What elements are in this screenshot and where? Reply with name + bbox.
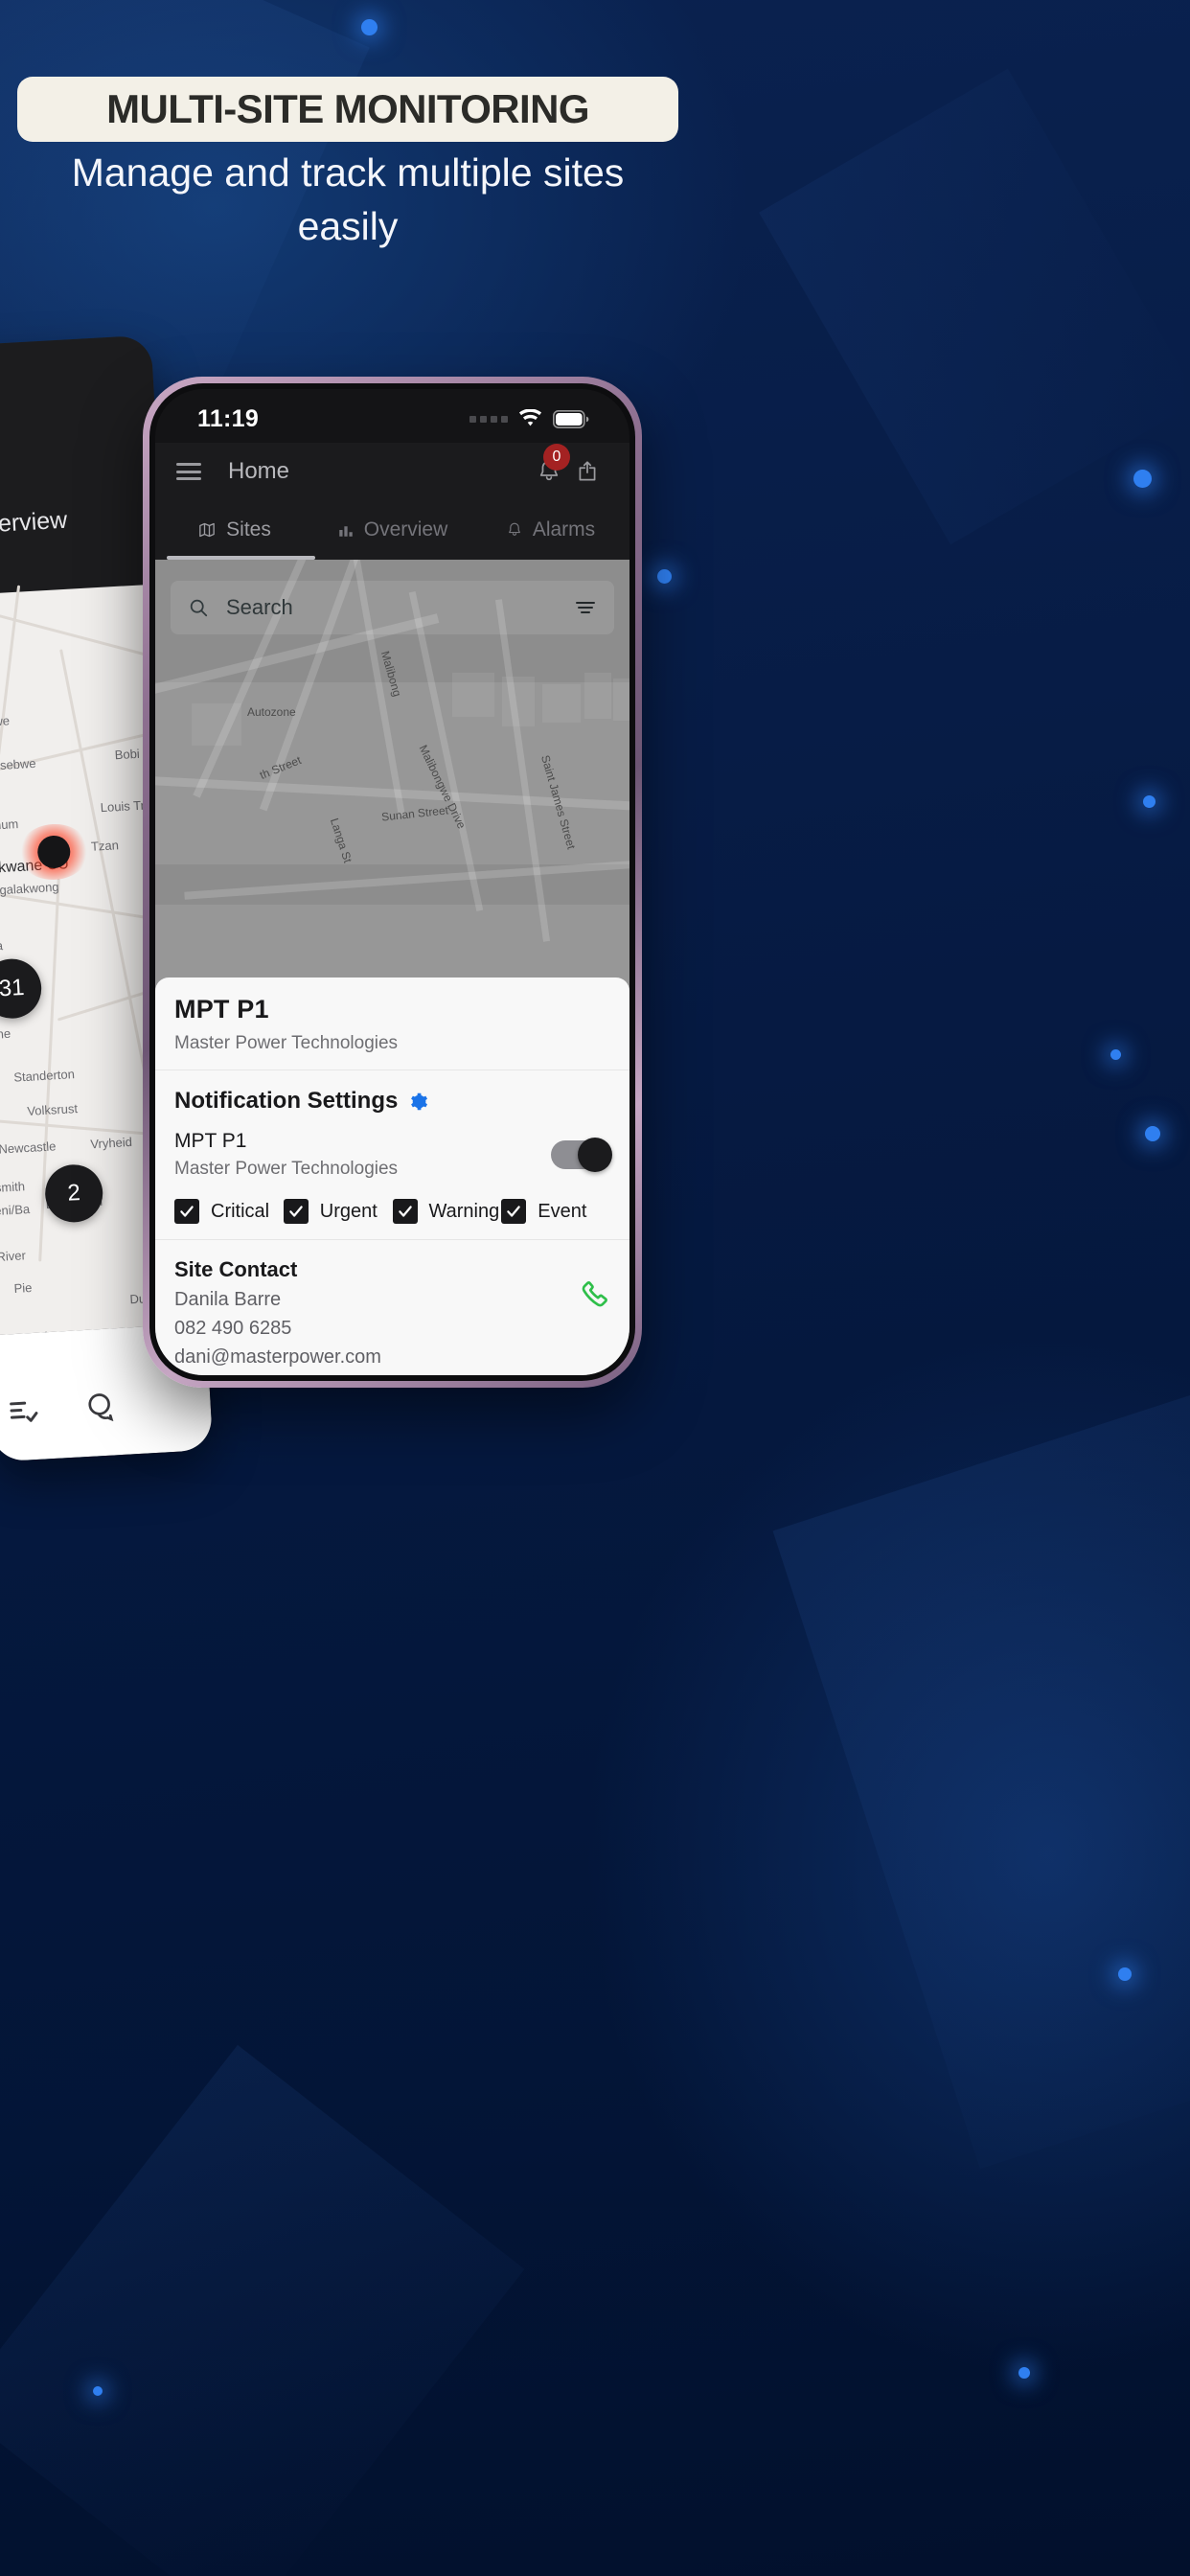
checkbox-box [392, 1199, 418, 1224]
decorative-dot [1133, 470, 1152, 488]
tab-overview-label: Overview [363, 518, 448, 540]
search-placeholder: Search [226, 595, 293, 619]
site-detail-card: MPT P1 Master Power Technologies Notific… [155, 978, 629, 1375]
decorative-dot [1018, 2367, 1030, 2379]
map-cluster-bubble: 2 [43, 1162, 104, 1224]
checkbox-box [283, 1199, 309, 1224]
bell-icon [506, 521, 523, 539]
notification-toggle-switch[interactable] [551, 1138, 612, 1172]
notification-settings-heading: Notification Settings [174, 1088, 610, 1115]
share-box-icon [579, 461, 596, 481]
phone-mockup: 11:19 Home 0 Sites Overview Alarms Autoz… [143, 377, 642, 1388]
notification-settings-section: Notification Settings MPT P1 Master Powe… [155, 1070, 629, 1240]
checkbox-label: Warning [428, 1200, 500, 1222]
background-shape [759, 68, 1190, 545]
tab-alarms[interactable]: Alarms [471, 500, 629, 560]
app-bar: Home 0 [155, 443, 629, 500]
check-icon [180, 1206, 194, 1217]
site-contact-section: Site Contact Danila Barre 082 490 6285 d… [155, 1240, 629, 1375]
tab-bar: Sites Overview Alarms [155, 500, 629, 560]
background-shape [0, 2044, 525, 2576]
tab-alarms-label: Alarms [532, 518, 596, 540]
gear-icon[interactable] [408, 1092, 428, 1112]
notification-settings-label: Notification Settings [174, 1088, 399, 1114]
decorative-dot [1110, 1049, 1121, 1060]
decorative-dot [1145, 1126, 1160, 1141]
notification-row-name: MPT P1 [174, 1130, 247, 1152]
page-title: Home [228, 458, 290, 484]
notifications-badge: 0 [543, 444, 570, 471]
checkbox-urgent[interactable]: Urgent [283, 1199, 393, 1224]
map-icon [197, 520, 217, 540]
site-contact-name: Danila Barre [174, 1289, 282, 1310]
checkbox-event[interactable]: Event [501, 1199, 610, 1224]
decorative-dot [657, 569, 672, 584]
status-bar: 11:19 [155, 389, 629, 443]
checkbox-label: Urgent [319, 1200, 378, 1222]
site-contact-email: dani@masterpower.com [174, 1346, 381, 1368]
status-bar-clock: 11:19 [197, 404, 260, 432]
tab-sites-label: Sites [226, 518, 271, 540]
decorative-dot [93, 2386, 103, 2396]
notifications-button[interactable]: 0 [530, 444, 570, 491]
check-icon [289, 1206, 303, 1217]
check-icon [398, 1206, 412, 1217]
site-org: Master Power Technologies [174, 1033, 399, 1053]
decorative-dot [1118, 1967, 1132, 1981]
phone-call-icon [582, 1281, 607, 1307]
signal-dots-icon [469, 415, 508, 423]
decorative-dot [361, 19, 378, 35]
wifi-icon [518, 409, 542, 426]
phone-screen: 11:19 Home 0 Sites Overview Alarms Autoz… [155, 389, 629, 1375]
site-name: MPT P1 [174, 995, 269, 1024]
promo-headline: MULTI-SITE MONITORING [106, 86, 589, 131]
background-phone-header: Overview [0, 334, 165, 596]
check-icon [507, 1206, 520, 1217]
site-header-section: MPT P1 Master Power Technologies [155, 978, 629, 1070]
site-contact-phone: 082 490 6285 [174, 1318, 292, 1339]
notification-toggle-row: MPT P1 Master Power Technologies [174, 1130, 612, 1180]
phone-bezel: 11:19 Home 0 Sites Overview Alarms Autoz… [149, 383, 635, 1381]
checkbox-critical[interactable]: Critical [174, 1199, 284, 1224]
tab-sites[interactable]: Sites [155, 500, 313, 560]
battery-full-icon [553, 409, 589, 428]
map-cluster-bubble: 31 [0, 956, 43, 1021]
checkbox-label: Critical [211, 1200, 270, 1222]
search-bar[interactable]: Search [171, 581, 614, 634]
promo-headline-band: MULTI-SITE MONITORING [17, 77, 678, 142]
map-view[interactable]: Autozone Malibong th Street Sunan Street… [155, 560, 629, 1375]
hamburger-menu-icon[interactable] [176, 463, 201, 480]
checkbox-label: Event [538, 1200, 587, 1222]
decorative-dot [1143, 795, 1156, 808]
background-phone-title: Overview [0, 506, 68, 540]
severity-checkbox-group: Critical Urgent Warning Event [174, 1199, 610, 1224]
background-shape [772, 1376, 1190, 2170]
checkbox-box [174, 1199, 199, 1224]
chat-bubbles-icon [88, 1393, 114, 1422]
tab-overview[interactable]: Overview [313, 500, 471, 560]
promo-subheadline: Manage and track multiple sites easily [71, 150, 625, 248]
share-button[interactable] [568, 452, 606, 491]
task-list-check-icon [10, 1401, 38, 1422]
checkbox-box [501, 1199, 527, 1224]
filter-lines-icon[interactable] [574, 596, 597, 619]
bar-chart-icon [337, 521, 355, 539]
search-icon [190, 599, 208, 617]
call-button[interactable] [578, 1257, 610, 1316]
notification-row-org: Master Power Technologies [174, 1159, 399, 1179]
site-contact-title: Site Contact [174, 1257, 298, 1281]
checkbox-warning[interactable]: Warning [392, 1199, 502, 1224]
toggle-knob [578, 1138, 612, 1172]
